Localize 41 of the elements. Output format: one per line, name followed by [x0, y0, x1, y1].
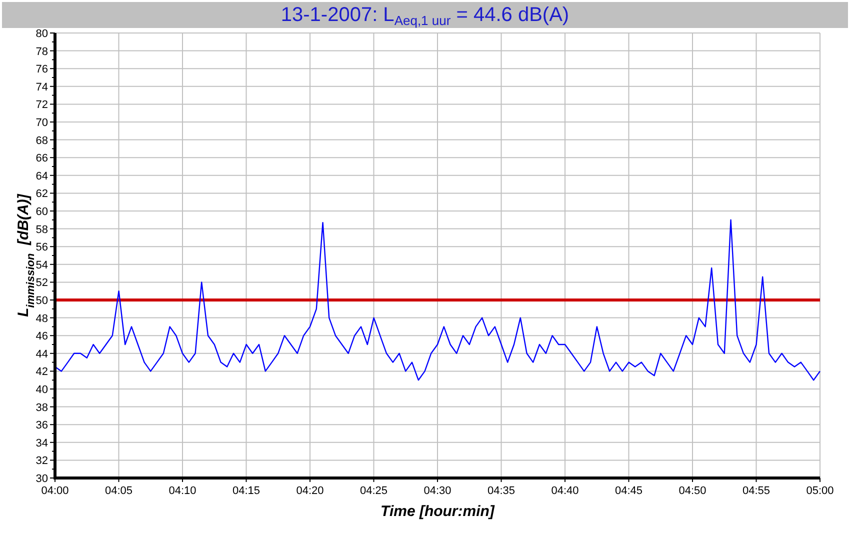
axis-tick-label: 34	[36, 437, 48, 450]
axis-tick-label: 40	[36, 384, 48, 396]
axis-tick-label: 42	[36, 366, 48, 378]
axis-tick-label: 44	[36, 348, 48, 360]
axis-tick-label: 04:30	[424, 485, 452, 497]
axis-tick-label: 04:45	[614, 485, 643, 497]
axis-tick-label: 58	[36, 224, 48, 236]
axis-tick-label: 74	[36, 81, 48, 94]
axis-tick-label: 05:00	[806, 485, 834, 497]
axis-tick-label: 78	[36, 46, 48, 58]
axis-tick-label: 04:20	[296, 485, 324, 497]
axis-tick-label: 04:35	[487, 485, 516, 497]
axis-tick-label: 52	[36, 277, 48, 290]
axis-tick-label: 54	[36, 259, 48, 272]
axis-tick-label: 64	[36, 170, 48, 182]
axis-tick-label: 48	[36, 312, 48, 325]
axis-tick-label: 72	[36, 99, 48, 112]
axis-tick-label: 04:15	[232, 485, 260, 497]
axis-tick-label: 66	[36, 152, 48, 165]
axis-tick-label: 62	[36, 188, 48, 200]
axis-tick-label: 38	[36, 402, 48, 414]
chart-title: 13-1-2007: L$_{Aeq,1 uur}$ = 44.6 dB(A)	[2, 2, 848, 28]
axis-tick-label: 50	[36, 295, 48, 307]
axis-tick-label: 04:00	[41, 485, 69, 497]
axis-tick-label: 04:40	[551, 485, 579, 497]
axis-tick-label: 46	[36, 330, 48, 343]
axis-tick-label: 32	[36, 455, 48, 468]
axis-tick-label: 60	[36, 206, 48, 218]
axis-tick-label: 36	[36, 420, 48, 432]
axis-tick-label: 04:55	[742, 485, 770, 497]
axis-tick-label: 70	[36, 117, 48, 129]
axis-tick-label: 56	[36, 242, 48, 254]
x-axis-title: Time [hour:min]	[380, 503, 494, 520]
axis-tick-label: 80	[36, 28, 48, 40]
axis-tick-label: 04:10	[168, 485, 196, 497]
axis-tick-label: 30	[36, 473, 48, 485]
axis-tick-label: 76	[36, 64, 48, 76]
axis-tick-label: 04:50	[678, 485, 706, 497]
axis-tick-label: 04:05	[104, 485, 133, 497]
axis-tick-label: 04:25	[360, 485, 388, 497]
axis-tick-label: 68	[36, 134, 48, 147]
